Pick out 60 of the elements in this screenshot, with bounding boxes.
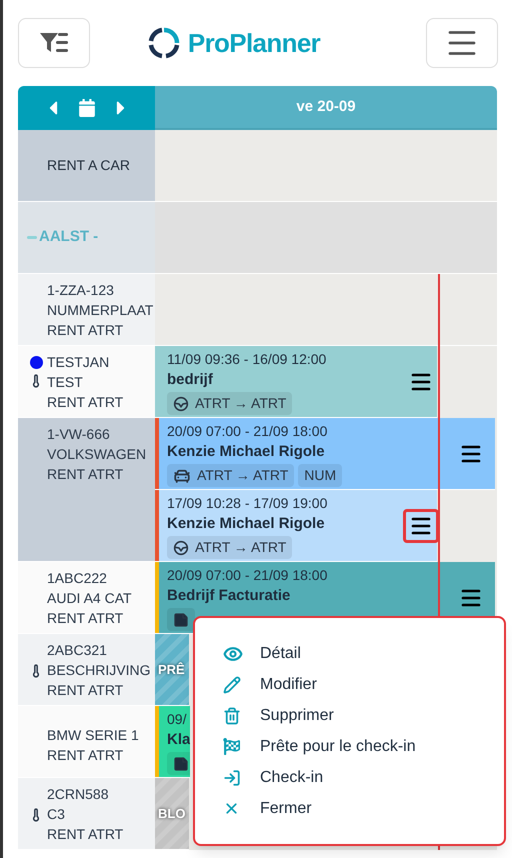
vehicle-info: BESCHRIJVING <box>47 661 150 680</box>
app-logo: ProPlanner <box>188 26 320 60</box>
note-icon <box>173 756 189 772</box>
booking-dates: 20/09 07:00 - 21/09 18:00 <box>167 422 328 441</box>
vehicle-info: 1ABC222 <box>47 569 108 588</box>
vehicle-info: 1-ZZA-123 <box>47 281 115 300</box>
vehicle-info: TESTJAN <box>47 353 110 372</box>
menu-item[interactable]: Détail <box>223 638 504 669</box>
booking-tag: NUM <box>298 464 342 487</box>
vehicle-info: 2ABC321 <box>47 641 108 660</box>
pencil-icon <box>223 676 241 694</box>
steering-wheel-icon <box>173 396 189 412</box>
menu-item[interactable]: Prête pour le check-in <box>223 731 504 762</box>
booking-dates: 20/09 07:00 - 21/09 18:00 <box>167 566 328 585</box>
vehicle-info: RENT ATRT <box>47 321 124 340</box>
note-icon <box>173 612 189 628</box>
vehicle-info: BMW SERIE 1 <box>47 726 139 744</box>
customer-name: Kenzie Michael Rigole <box>167 442 326 462</box>
booking-tag: ATRT → ATRT <box>167 536 292 559</box>
trash-icon <box>223 706 241 724</box>
group-name: RENT A CAR <box>47 156 130 175</box>
vehicle-info: RENT ATRT <box>47 393 124 412</box>
location-name: AALST - <box>39 227 98 248</box>
filter-button[interactable] <box>18 18 90 68</box>
booking-label: PRÊ <box>158 660 185 679</box>
logo-icon <box>148 27 180 59</box>
menu-item[interactable]: Supprimer <box>223 700 504 731</box>
calendar-icon[interactable] <box>78 99 96 117</box>
vehicle-info: RENT ATRT <box>47 681 124 700</box>
vehicle-info: C3 <box>47 805 66 824</box>
booking-tag: ATRT → ATRT <box>167 464 294 487</box>
booking-card[interactable]: 11/09 09:36 - 16/09 12:00 bedrijf ATRT → ATRT <box>155 346 437 418</box>
booking-tag: ATRT → ATRT <box>167 392 292 415</box>
booking-dates: 09/ <box>167 710 188 729</box>
vehicle-info: RENT ATRT <box>47 825 124 844</box>
steering-wheel-icon <box>173 540 189 556</box>
checkered-flag-icon <box>223 738 240 755</box>
booking-dates: 17/09 10:28 - 17/09 19:00 <box>167 494 328 513</box>
vehicle-info: 2CRN588 <box>47 785 110 804</box>
booking-dates: 11/09 09:36 - 16/09 12:00 <box>167 350 326 369</box>
day-label: ve 20-09 <box>296 96 356 117</box>
booking-label: BLO <box>158 804 186 823</box>
menu-button[interactable] <box>426 18 498 68</box>
customer-name: Bedrijf Facturatie <box>167 586 292 606</box>
vehicle-info: 1-VW-666 <box>47 425 111 444</box>
booking-card[interactable]: 20/09 07:00 - 21/09 18:00 Kenzie Michael Rigole ATRT → ATRT NUM <box>155 418 495 490</box>
menu-item[interactable]: Check-in <box>223 762 504 793</box>
menu-item[interactable]: Fermer <box>223 793 504 824</box>
login-icon <box>223 768 241 786</box>
vehicle-info: RENT ATRT <box>47 465 124 484</box>
vehicle-info: AUDI A4 CAT <box>47 589 132 608</box>
vehicle-info: TEST <box>47 373 84 392</box>
vehicle-info: RENT ATRT <box>47 746 124 764</box>
menu-item[interactable]: Modifier <box>223 669 504 700</box>
vehicle-info: VOLKSWAGEN <box>47 445 146 464</box>
customer-name: Kenzie Michael Rigole <box>167 514 326 534</box>
booking-card[interactable]: 17/09 10:28 - 17/09 19:00 Kenzie Michael Rigole ATRT → ATRT <box>155 490 437 562</box>
vehicle-info: NUMMERPLAAT <box>47 301 154 320</box>
customer-name: bedrijf <box>167 370 214 390</box>
vehicle-info: RENT ATRT <box>47 609 124 628</box>
